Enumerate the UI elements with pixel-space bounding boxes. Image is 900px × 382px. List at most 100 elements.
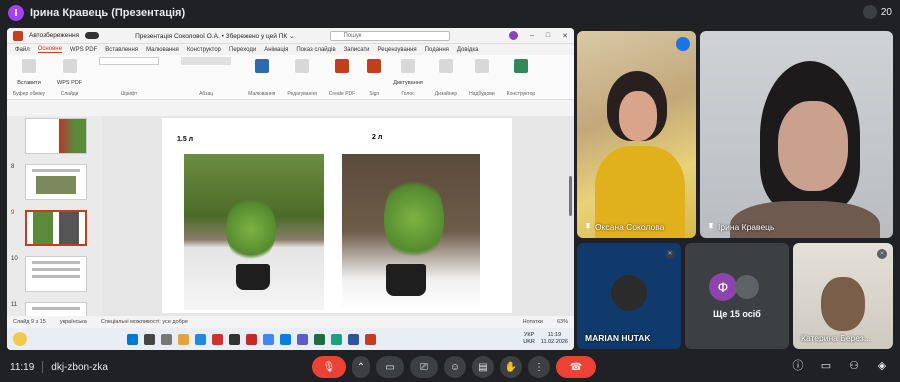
ribbon-designer: Дизайнер <box>435 57 457 97</box>
new-slide-icon[interactable] <box>62 59 77 73</box>
slide-thumb[interactable] <box>25 118 87 154</box>
tab-help[interactable]: Довідка <box>457 47 479 53</box>
find-icon[interactable] <box>295 59 310 73</box>
activities-icon[interactable]: ◈ <box>874 358 890 374</box>
user-avatar[interactable] <box>508 31 518 40</box>
camera-toggle-button[interactable]: ▭ <box>376 356 404 378</box>
participant-tile[interactable]: Ірина Кравець <box>700 31 893 238</box>
mic-toggle-button[interactable]: 🎙 <box>312 356 346 378</box>
tab-animation[interactable]: Анімація <box>264 47 288 53</box>
participant-video <box>730 201 880 238</box>
ribbon: Вставити Буфер обміну WPS PDF Слайди Шри… <box>7 55 574 100</box>
slide-thumb-selected[interactable] <box>25 210 87 246</box>
tab-transitions[interactable]: Переходи <box>229 47 256 53</box>
ppt-search-input[interactable]: Пошук <box>330 30 451 41</box>
file-title[interactable]: Презентація Соколової О.А. • Збережено у… <box>135 32 294 40</box>
zoom-level[interactable]: 63% <box>557 319 568 325</box>
camera-options-button[interactable]: ⌃ <box>352 356 370 378</box>
keyboard-language[interactable]: УКР UKR <box>523 332 535 346</box>
maximize-icon[interactable]: □ <box>546 32 550 39</box>
close-icon[interactable]: ✕ <box>562 32 568 40</box>
thumb-row[interactable]: 9 <box>11 210 87 246</box>
raise-hand-button[interactable]: ✋ <box>500 356 522 378</box>
participant-tile[interactable]: Оксана Соколова <box>577 31 696 238</box>
word-icon[interactable] <box>348 333 359 345</box>
tab-file[interactable]: Файл <box>15 47 30 53</box>
app-icon[interactable] <box>212 333 223 345</box>
tab-review[interactable]: Рецензування <box>378 47 417 53</box>
app-icon[interactable] <box>246 333 257 345</box>
participants-chip[interactable]: 20 <box>862 5 892 19</box>
accessibility-status[interactable]: Спеціальні можливості: усе добре <box>101 319 188 325</box>
thumb-row[interactable]: 8 <box>11 164 87 200</box>
ribbon-voice: Диктування Голос <box>393 57 423 97</box>
tab-insert[interactable]: Вставлення <box>105 47 138 53</box>
tab-view[interactable]: Подання <box>425 47 449 53</box>
avatar <box>735 275 759 299</box>
shapes-icon[interactable] <box>254 59 269 73</box>
ribbon-font: Шрифт <box>94 57 164 97</box>
weather-icon[interactable] <box>13 332 27 346</box>
current-slide[interactable]: 1.5 л 2 л <box>162 118 512 313</box>
end-call-button[interactable]: ☎ <box>556 356 596 378</box>
edge-icon[interactable] <box>195 333 206 345</box>
plant-photo-right <box>342 154 480 310</box>
explorer-icon[interactable] <box>178 333 189 345</box>
excel-icon[interactable] <box>314 333 325 345</box>
more-participants-tile[interactable]: Ф Ще 15 осіб <box>685 243 789 349</box>
info-icon[interactable]: ⓘ <box>790 358 806 374</box>
start-icon[interactable] <box>127 333 138 345</box>
app-icon[interactable] <box>229 333 240 345</box>
clock[interactable]: 11:19 11.02.2026 <box>541 332 568 346</box>
search-icon[interactable] <box>144 333 155 345</box>
teams-icon[interactable] <box>297 333 308 345</box>
dictate-icon[interactable] <box>400 59 415 73</box>
font-select[interactable] <box>99 57 160 65</box>
captions-button[interactable]: ▤ <box>472 356 494 378</box>
pot-image <box>386 264 426 296</box>
powerpoint-icon[interactable] <box>365 333 376 345</box>
app-icon[interactable] <box>280 333 291 345</box>
autosave-toggle[interactable] <box>85 32 100 39</box>
task-view-icon[interactable] <box>161 333 172 345</box>
side-panel-controls: ⓘ ▭ ⚇ ◈ <box>790 358 890 374</box>
tab-design[interactable]: Конструктор <box>187 47 221 53</box>
constructor-icon[interactable] <box>513 59 528 73</box>
presenter-chip[interactable]: І Ірина Кравець (Презентація) <box>8 5 185 21</box>
participant-tile[interactable]: ✕ MARIAN HUTAK <box>577 243 681 349</box>
vertical-scrollbar[interactable] <box>569 176 572 216</box>
tab-slideshow[interactable]: Показ слайдів <box>296 47 335 53</box>
thumb-row[interactable]: 10 <box>11 256 87 292</box>
designer-icon[interactable] <box>438 59 453 73</box>
notes-button[interactable]: Нотатки <box>523 319 543 325</box>
people-icon[interactable]: ⚇ <box>846 358 862 374</box>
emoji-button[interactable]: ☺ <box>444 356 466 378</box>
chat-icon[interactable]: ▭ <box>818 358 834 374</box>
mic-off-icon: ✕ <box>665 249 675 259</box>
raise-hand-icon: ✋ <box>504 361 518 373</box>
group-label: Конструктор <box>506 91 536 97</box>
app-icon[interactable] <box>331 333 342 345</box>
meeting-time: 11:19 <box>10 361 35 373</box>
align-icons[interactable] <box>181 57 232 65</box>
thumb-number: 10 <box>11 256 18 262</box>
slide-thumb[interactable] <box>25 164 87 200</box>
minimize-icon[interactable]: – <box>530 32 534 39</box>
more-options-button[interactable]: ⋮ <box>528 356 550 378</box>
create-pdf-icon[interactable] <box>335 59 349 73</box>
addins-icon[interactable] <box>474 59 489 73</box>
tab-draw[interactable]: Малювання <box>146 47 179 53</box>
sign-icon[interactable] <box>367 59 382 73</box>
chrome-icon[interactable] <box>263 333 274 345</box>
present-icon: ⎚ <box>420 361 428 373</box>
participant-tile[interactable]: ✕ Катерина Берез... <box>793 243 893 349</box>
tab-wps-pdf[interactable]: WPS PDF <box>70 47 97 53</box>
slide-thumb[interactable] <box>25 256 87 292</box>
present-button[interactable]: ⎚ <box>410 356 438 378</box>
paste-icon[interactable] <box>22 59 37 73</box>
tab-record[interactable]: Записати <box>344 47 370 53</box>
meet-controls-bar: 11:19 dkj-zbon-zka 🎙 ⌃ ▭ ⎚ ☺ ▤ ✋ ⋮ ☎ ⓘ ▭… <box>0 352 900 382</box>
thumb-row[interactable] <box>11 118 87 154</box>
slide-label-right: 2 л <box>372 134 383 141</box>
tab-home[interactable]: Основне <box>37 46 62 53</box>
